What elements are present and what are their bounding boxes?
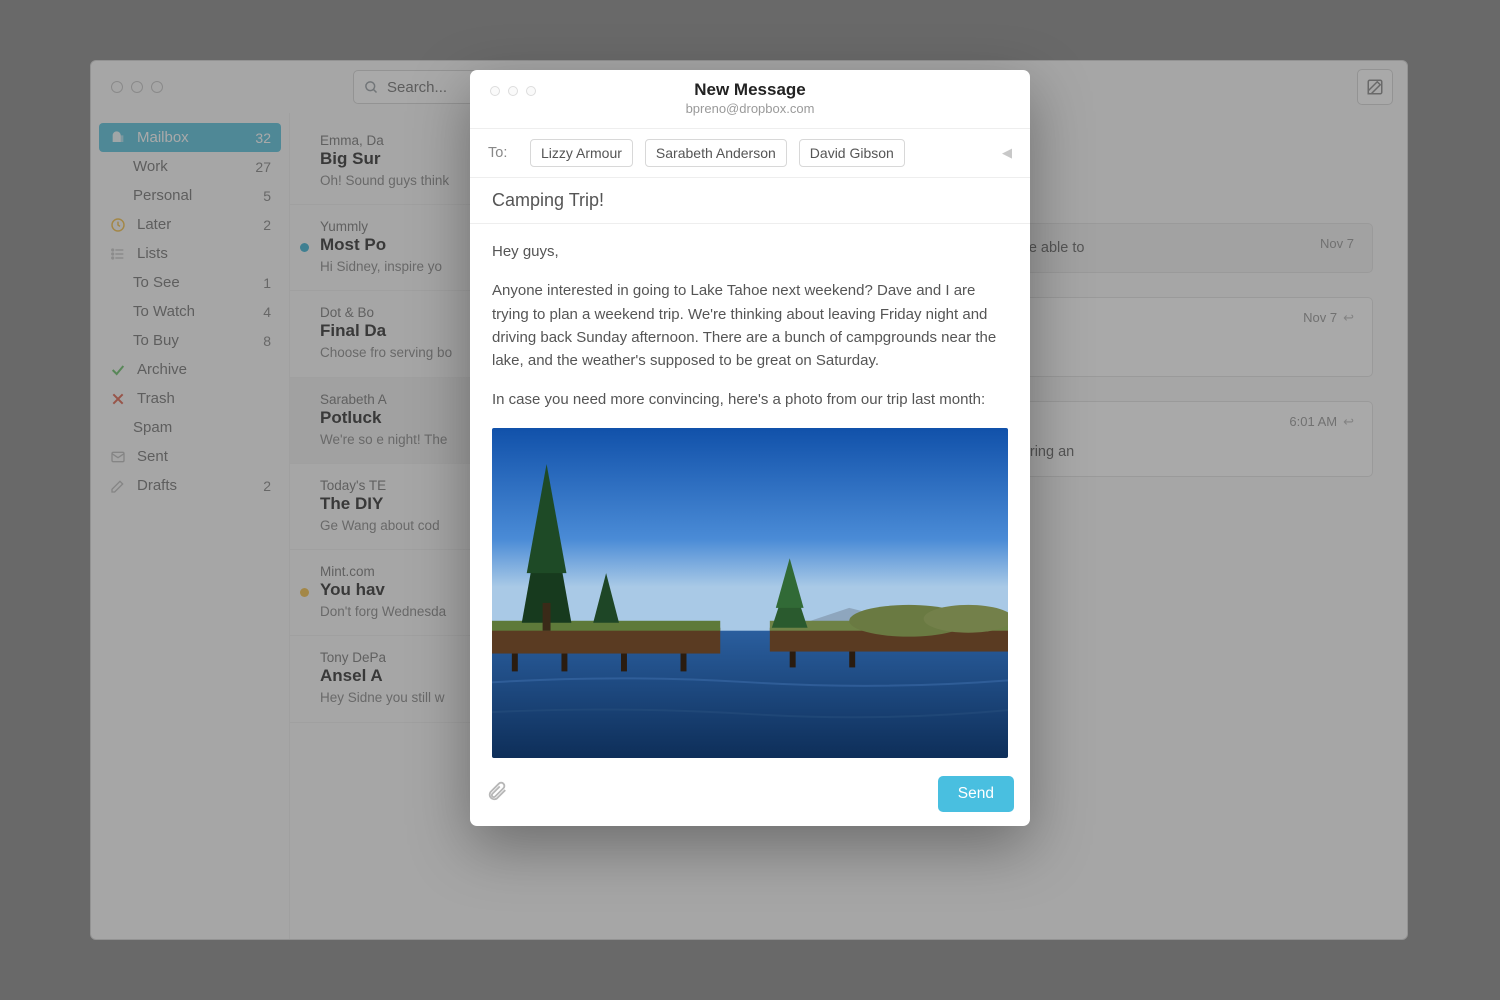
compose-title: New Message (486, 80, 1014, 100)
compose-header: New Message bpreno@dropbox.com (470, 70, 1030, 129)
compose-from: bpreno@dropbox.com (486, 101, 1014, 116)
recipient-chip[interactable]: Sarabeth Anderson (645, 139, 787, 167)
recipient-chip[interactable]: Lizzy Armour (530, 139, 633, 167)
compose-window-controls[interactable] (484, 86, 542, 96)
compose-dialog: New Message bpreno@dropbox.com To: Lizzy… (470, 70, 1030, 826)
modal-overlay[interactable]: New Message bpreno@dropbox.com To: Lizzy… (0, 0, 1500, 1000)
send-button[interactable]: Send (938, 776, 1014, 812)
recipient-chip[interactable]: David Gibson (799, 139, 905, 167)
subject-field[interactable]: Camping Trip! (470, 178, 1030, 224)
to-row[interactable]: To: Lizzy Armour Sarabeth Anderson David… (470, 129, 1030, 178)
attached-photo (492, 428, 1008, 758)
compose-body[interactable]: Hey guys, Anyone interested in going to … (470, 224, 1030, 764)
minimize-dot-icon[interactable] (508, 86, 518, 96)
expand-recipients-icon[interactable]: ◀ (1002, 145, 1012, 161)
to-label: To: (488, 145, 518, 161)
close-dot-icon[interactable] (490, 86, 500, 96)
compose-footer: Send (470, 764, 1030, 826)
body-paragraph: Anyone interested in going to Lake Tahoe… (492, 279, 1008, 372)
body-greeting: Hey guys, (492, 240, 1008, 263)
attachment-icon[interactable] (486, 780, 508, 807)
body-paragraph: In case you need more convincing, here's… (492, 388, 1008, 411)
zoom-dot-icon[interactable] (526, 86, 536, 96)
